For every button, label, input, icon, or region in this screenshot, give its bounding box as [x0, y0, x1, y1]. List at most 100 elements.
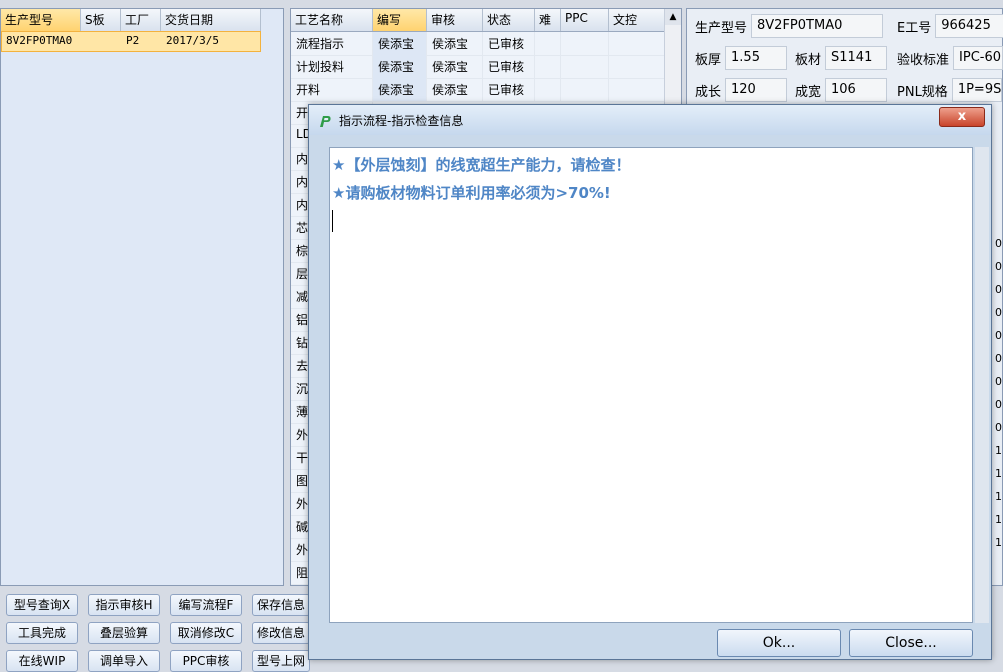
ok-button[interactable]: Ok...	[717, 629, 841, 657]
edge-cell: 0	[995, 306, 1002, 319]
header-status[interactable]: 状态	[483, 9, 535, 31]
edge-cell: 1	[995, 444, 1002, 457]
model-list-panel: 生产型号 S板 工厂 交货日期 8V2FP0TMA0 P2 2017/3/5	[0, 8, 284, 586]
process-row[interactable]: 开料 侯添宝 侯添宝 已审核	[291, 78, 665, 102]
process-name: 开料	[291, 78, 373, 101]
process-writer: 侯添宝	[373, 32, 427, 55]
close-button[interactable]: Close...	[849, 629, 973, 657]
header-delivery-date[interactable]: 交货日期	[161, 9, 261, 31]
online-wip-button[interactable]: 在线WIP	[6, 650, 78, 672]
material-value[interactable]: S1141	[825, 46, 888, 70]
header-product-model[interactable]: 生产型号	[1, 9, 81, 31]
header-factory[interactable]: 工厂	[121, 9, 161, 31]
edit-info-button[interactable]: 修改信息	[252, 622, 310, 644]
dialog-scrollbar[interactable]	[975, 147, 989, 623]
edge-cell: 1	[995, 467, 1002, 480]
process-status: 已审核	[483, 55, 535, 78]
import-order-button[interactable]: 调单导入	[88, 650, 160, 672]
message-line: ★【外层蚀刻】的线宽超生产能力，请检查！	[332, 156, 631, 174]
header-reviewer[interactable]: 审核	[427, 9, 483, 31]
message-line: ★请购板材物料订单利用率必须为>70%!	[332, 184, 611, 202]
dialog-titlebar[interactable]: 指示流程-指示检查信息 x	[309, 105, 991, 135]
cell-factory: P2	[126, 34, 140, 47]
pnl-label: PNL规格	[897, 84, 948, 100]
cell-delivery-date: 2017/3/5	[166, 34, 219, 47]
instruction-review-button[interactable]: 指示审核H	[88, 594, 160, 616]
field-width: 成宽 106	[795, 77, 888, 103]
width-label: 成宽	[795, 84, 822, 100]
save-info-button[interactable]: 保存信息	[252, 594, 310, 616]
dialog-title: 指示流程-指示检查信息	[339, 114, 464, 128]
header-writer[interactable]: 编写	[373, 9, 427, 31]
scroll-up-arrow-icon[interactable]: ▲	[665, 9, 681, 25]
standard-label: 验收标准	[897, 52, 950, 68]
standard-value[interactable]: IPC-60	[953, 46, 1003, 70]
header-doc-control[interactable]: 文控	[609, 9, 665, 31]
width-value[interactable]: 106	[825, 78, 888, 102]
cell-product-model: 8V2FP0TMA0	[6, 34, 73, 47]
edge-cell: 0	[995, 421, 1002, 434]
edge-cell: 0	[995, 375, 1002, 388]
process-writer: 侯添宝	[373, 78, 427, 101]
field-length: 成长 120	[695, 77, 788, 103]
ppc-review-button[interactable]: PPC审核	[170, 650, 242, 672]
header-process-name[interactable]: 工艺名称	[291, 9, 373, 31]
edge-cell: 0	[995, 237, 1002, 250]
field-e-no: E工号 966425	[897, 13, 1003, 39]
thickness-value[interactable]: 1.55	[725, 46, 788, 70]
material-label: 板材	[795, 52, 822, 68]
process-ppc	[561, 55, 609, 78]
edge-cell: 1	[995, 536, 1002, 549]
check-info-dialog: 指示流程-指示检查信息 x ★【外层蚀刻】的线宽超生产能力，请检查！ ★请购板材…	[308, 104, 992, 660]
process-reviewer: 侯添宝	[427, 78, 483, 101]
message-textarea[interactable]: ★【外层蚀刻】的线宽超生产能力，请检查！ ★请购板材物料订单利用率必须为>70%…	[329, 147, 973, 623]
thickness-label: 板厚	[695, 52, 722, 68]
field-product-model: 生产型号 8V2FP0TMA0	[695, 13, 884, 39]
process-ppc	[561, 78, 609, 101]
process-row[interactable]: 计划投料 侯添宝 侯添宝 已审核	[291, 55, 665, 79]
text-caret	[332, 210, 333, 232]
process-difficulty	[535, 78, 561, 101]
model-list-header: 生产型号 S板 工厂 交货日期	[1, 9, 261, 32]
cancel-edit-button[interactable]: 取消修改C	[170, 622, 242, 644]
app-logo-icon	[320, 116, 331, 127]
edge-cell: 0	[995, 352, 1002, 365]
header-ppc[interactable]: PPC	[561, 9, 609, 31]
process-doc-control	[609, 78, 665, 101]
process-grid-header: 工艺名称 编写 审核 状态 难 PPC 文控	[291, 9, 665, 32]
pnl-value[interactable]: 1P=9S	[951, 78, 1002, 102]
edge-cell: 1	[995, 513, 1002, 526]
e-no-label: E工号	[897, 20, 932, 36]
header-s-board[interactable]: S板	[81, 9, 121, 31]
product-model-value[interactable]: 8V2FP0TMA0	[751, 14, 884, 38]
process-reviewer: 侯添宝	[427, 55, 483, 78]
tool-complete-button[interactable]: 工具完成	[6, 622, 78, 644]
e-no-value[interactable]: 966425	[935, 14, 1003, 38]
length-value[interactable]: 120	[725, 78, 788, 102]
process-name: 流程指示	[291, 32, 373, 55]
process-writer: 侯添宝	[373, 55, 427, 78]
process-doc-control	[609, 32, 665, 55]
process-doc-control	[609, 55, 665, 78]
field-material: 板材 S1141	[795, 45, 888, 71]
process-name: 计划投料	[291, 55, 373, 78]
model-row[interactable]: 8V2FP0TMA0 P2 2017/3/5	[1, 31, 261, 52]
model-query-button[interactable]: 型号查询X	[6, 594, 78, 616]
cell-s-board	[82, 32, 122, 51]
write-process-button[interactable]: 编写流程F	[170, 594, 242, 616]
process-reviewer: 侯添宝	[427, 32, 483, 55]
edge-cell: 0	[995, 260, 1002, 273]
dialog-close-icon[interactable]: x	[939, 107, 985, 127]
edge-cell: 0	[995, 398, 1002, 411]
field-pnl: PNL规格 1P=9S	[897, 77, 1002, 103]
model-online-button[interactable]: 型号上网	[252, 650, 310, 672]
stackup-check-button[interactable]: 叠层验算	[88, 622, 160, 644]
process-status: 已审核	[483, 32, 535, 55]
length-label: 成长	[695, 84, 722, 100]
product-model-label: 生产型号	[695, 20, 748, 36]
process-row[interactable]: 流程指示 侯添宝 侯添宝 已审核	[291, 32, 665, 56]
edge-cell: 1	[995, 490, 1002, 503]
process-ppc	[561, 32, 609, 55]
edge-cell: 0	[995, 283, 1002, 296]
header-difficulty[interactable]: 难	[535, 9, 561, 31]
